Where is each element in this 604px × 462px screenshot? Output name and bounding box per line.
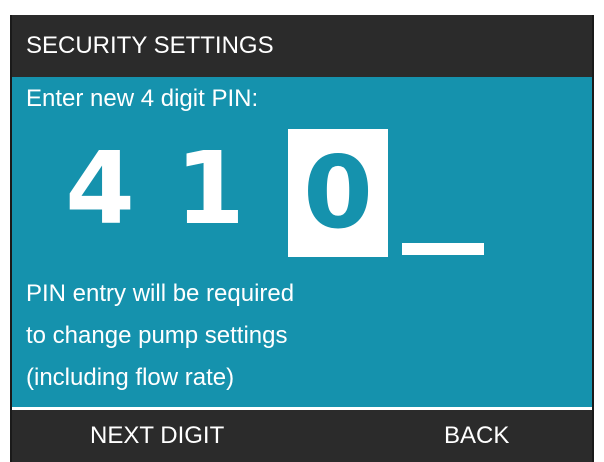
screen-title: SECURITY SETTINGS (12, 15, 592, 77)
pin-digit-3-selected[interactable]: 0 (288, 129, 388, 257)
info-line: PIN entry will be required (26, 280, 295, 307)
pin-prompt: Enter new 4 digit PIN: (26, 85, 259, 112)
device-frame: SECURITY SETTINGS Enter new 4 digit PIN:… (0, 0, 604, 462)
next-digit-button[interactable]: NEXT DIGIT (90, 410, 224, 462)
pin-digit-2[interactable]: 1 (170, 129, 250, 249)
device-screen: SECURITY SETTINGS Enter new 4 digit PIN:… (10, 15, 594, 462)
info-line: to change pump settings (26, 322, 288, 349)
info-line: (including flow rate) (26, 364, 235, 391)
pin-info-text: PIN entry will be required to change pum… (26, 273, 294, 399)
pin-digit-1[interactable]: 4 (60, 129, 140, 249)
pin-entry-panel: Enter new 4 digit PIN: 4 1 0 PIN entry w… (12, 77, 592, 407)
softkey-bar: NEXT DIGIT BACK (12, 407, 592, 462)
pin-digit-4-placeholder[interactable] (402, 243, 484, 255)
back-button[interactable]: BACK (444, 410, 509, 462)
